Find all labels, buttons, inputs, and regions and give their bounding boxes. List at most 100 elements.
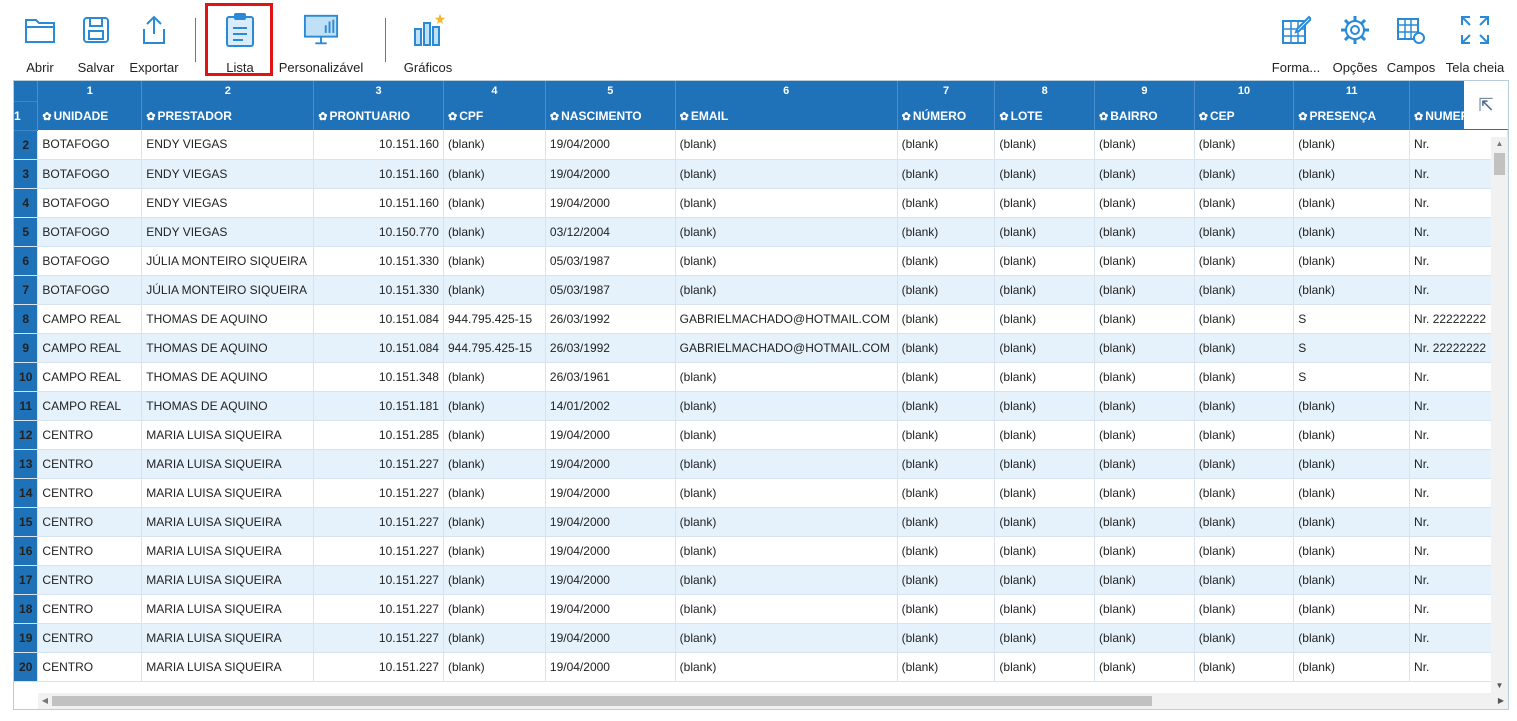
table-cell[interactable]: (blank) (897, 420, 996, 450)
column-settings-icon[interactable]: ✿ (146, 111, 155, 123)
table-cell[interactable]: (blank) (443, 594, 546, 624)
table-row[interactable]: 19 CENTRO MARIA LUISA SIQUEIRA 10.151.227 (b… (14, 623, 1508, 653)
table-cell[interactable]: CAMPO REAL (37, 304, 143, 334)
table-cell[interactable]: 10.151.227 (313, 594, 444, 624)
table-cell[interactable]: (blank) (1194, 507, 1295, 537)
table-cell[interactable]: (blank) (675, 362, 898, 392)
table-cell[interactable]: 19/04/2000 (545, 536, 676, 566)
table-cell[interactable]: (blank) (1194, 536, 1295, 566)
table-cell[interactable]: (blank) (1094, 565, 1195, 595)
table-cell[interactable]: (blank) (675, 420, 898, 450)
table-cell[interactable]: (blank) (443, 623, 546, 653)
table-cell[interactable]: CAMPO REAL (37, 391, 143, 421)
table-cell[interactable]: MARIA LUISA SIQUEIRA (141, 565, 315, 595)
table-cell[interactable]: (blank) (1194, 130, 1295, 160)
scroll-up-icon[interactable]: ▲ (1491, 137, 1508, 151)
table-cell[interactable]: MARIA LUISA SIQUEIRA (141, 652, 315, 682)
table-cell[interactable]: 19/04/2000 (545, 478, 676, 508)
table-cell[interactable]: (blank) (1293, 130, 1411, 160)
table-cell[interactable]: (blank) (1194, 652, 1295, 682)
table-cell[interactable]: MARIA LUISA SIQUEIRA (141, 594, 315, 624)
column-header[interactable]: ✿ NÚMERO (897, 101, 996, 130)
table-cell[interactable]: JÚLIA MONTEIRO SIQUEIRA (141, 275, 315, 305)
table-cell[interactable]: THOMAS DE AQUINO (141, 333, 315, 363)
table-cell[interactable]: (blank) (1293, 159, 1411, 189)
table-cell[interactable]: (blank) (1094, 391, 1195, 421)
table-cell[interactable]: (blank) (443, 652, 546, 682)
table-cell[interactable]: BOTAFOGO (37, 130, 143, 160)
table-cell[interactable]: 19/04/2000 (545, 652, 676, 682)
table-cell[interactable]: (blank) (1293, 594, 1411, 624)
table-cell[interactable]: (blank) (1194, 594, 1295, 624)
table-cell[interactable]: (blank) (1094, 652, 1195, 682)
table-cell[interactable]: (blank) (1194, 391, 1295, 421)
table-cell[interactable]: (blank) (1094, 478, 1195, 508)
table-cell[interactable]: (blank) (1094, 536, 1195, 566)
table-cell[interactable]: (blank) (1094, 217, 1195, 247)
column-number[interactable]: 3 (313, 81, 444, 101)
table-cell[interactable]: 944.795.425-15 (443, 304, 546, 334)
table-cell[interactable]: 10.151.227 (313, 623, 444, 653)
vertical-scrollbar[interactable]: ▲ ▼ (1491, 137, 1508, 693)
table-cell[interactable]: (blank) (994, 478, 1096, 508)
column-header[interactable]: ✿ PRONTUARIO (313, 101, 444, 130)
table-cell[interactable]: (blank) (897, 536, 996, 566)
table-cell[interactable]: 19/04/2000 (545, 594, 676, 624)
table-cell[interactable]: (blank) (897, 246, 996, 276)
table-cell[interactable]: CENTRO (37, 652, 143, 682)
table-cell[interactable]: 10.151.160 (313, 159, 444, 189)
table-cell[interactable]: (blank) (897, 478, 996, 508)
table-cell[interactable]: (blank) (1094, 449, 1195, 479)
table-cell[interactable]: (blank) (1194, 623, 1295, 653)
table-cell[interactable]: GABRIELMACHADO@HOTMAIL.COM (675, 333, 898, 363)
table-cell[interactable]: (blank) (1094, 507, 1195, 537)
table-cell[interactable]: 14/01/2002 (545, 391, 676, 421)
horizontal-scroll-thumb[interactable] (52, 696, 1152, 706)
table-cell[interactable]: (blank) (443, 130, 546, 160)
column-header[interactable]: ✿ EMAIL (675, 101, 898, 130)
table-cell[interactable]: (blank) (897, 391, 996, 421)
table-cell[interactable]: MARIA LUISA SIQUEIRA (141, 507, 315, 537)
table-row[interactable]: 11 CAMPO REAL THOMAS DE AQUINO 10.151.181 (b… (14, 391, 1508, 421)
table-cell[interactable]: S (1293, 304, 1411, 334)
table-cell[interactable]: (blank) (994, 449, 1096, 479)
table-cell[interactable]: (blank) (994, 536, 1096, 566)
table-cell[interactable]: (blank) (897, 652, 996, 682)
table-cell[interactable]: (blank) (994, 507, 1096, 537)
column-number[interactable]: 1 (37, 81, 143, 101)
table-cell[interactable]: (blank) (675, 623, 898, 653)
table-cell[interactable]: (blank) (994, 391, 1096, 421)
table-cell[interactable]: (blank) (675, 188, 898, 218)
table-row[interactable]: 2 BOTAFOGO ENDY VIEGAS 10.151.160 (blank) 19/… (14, 130, 1508, 160)
table-cell[interactable]: (blank) (443, 478, 546, 508)
table-row[interactable]: 13 CENTRO MARIA LUISA SIQUEIRA 10.151.227 (b… (14, 449, 1508, 479)
table-cell[interactable]: 26/03/1992 (545, 333, 676, 363)
table-cell[interactable]: (blank) (1293, 275, 1411, 305)
table-cell[interactable]: (blank) (897, 623, 996, 653)
table-cell[interactable]: 944.795.425-15 (443, 333, 546, 363)
table-cell[interactable]: BOTAFOGO (37, 275, 143, 305)
table-cell[interactable]: (blank) (897, 188, 996, 218)
column-number[interactable]: 9 (1094, 81, 1195, 101)
options-button[interactable]: Opções (1329, 6, 1381, 76)
table-cell[interactable]: 10.151.227 (313, 507, 444, 537)
scroll-right-icon[interactable]: ▶ (1494, 693, 1508, 709)
table-cell[interactable]: (blank) (897, 333, 996, 363)
table-cell[interactable]: 10.151.160 (313, 188, 444, 218)
table-row[interactable]: 16 CENTRO MARIA LUISA SIQUEIRA 10.151.227 (b… (14, 536, 1508, 566)
column-number[interactable]: 8 (994, 81, 1096, 101)
table-cell[interactable]: 10.151.285 (313, 420, 444, 450)
table-cell[interactable]: 03/12/2004 (545, 217, 676, 247)
column-header[interactable]: ✿ PRESTADOR (141, 101, 315, 130)
table-cell[interactable]: (blank) (1094, 594, 1195, 624)
vertical-scroll-thumb[interactable] (1494, 153, 1505, 175)
table-cell[interactable]: 19/04/2000 (545, 130, 676, 160)
table-cell[interactable]: BOTAFOGO (37, 217, 143, 247)
column-number[interactable]: 7 (897, 81, 996, 101)
table-cell[interactable]: (blank) (897, 362, 996, 392)
table-cell[interactable]: (blank) (1194, 304, 1295, 334)
table-cell[interactable]: MARIA LUISA SIQUEIRA (141, 623, 315, 653)
table-cell[interactable]: CENTRO (37, 623, 143, 653)
table-row[interactable]: 15 CENTRO MARIA LUISA SIQUEIRA 10.151.227 (b… (14, 507, 1508, 537)
table-cell[interactable]: 19/04/2000 (545, 159, 676, 189)
